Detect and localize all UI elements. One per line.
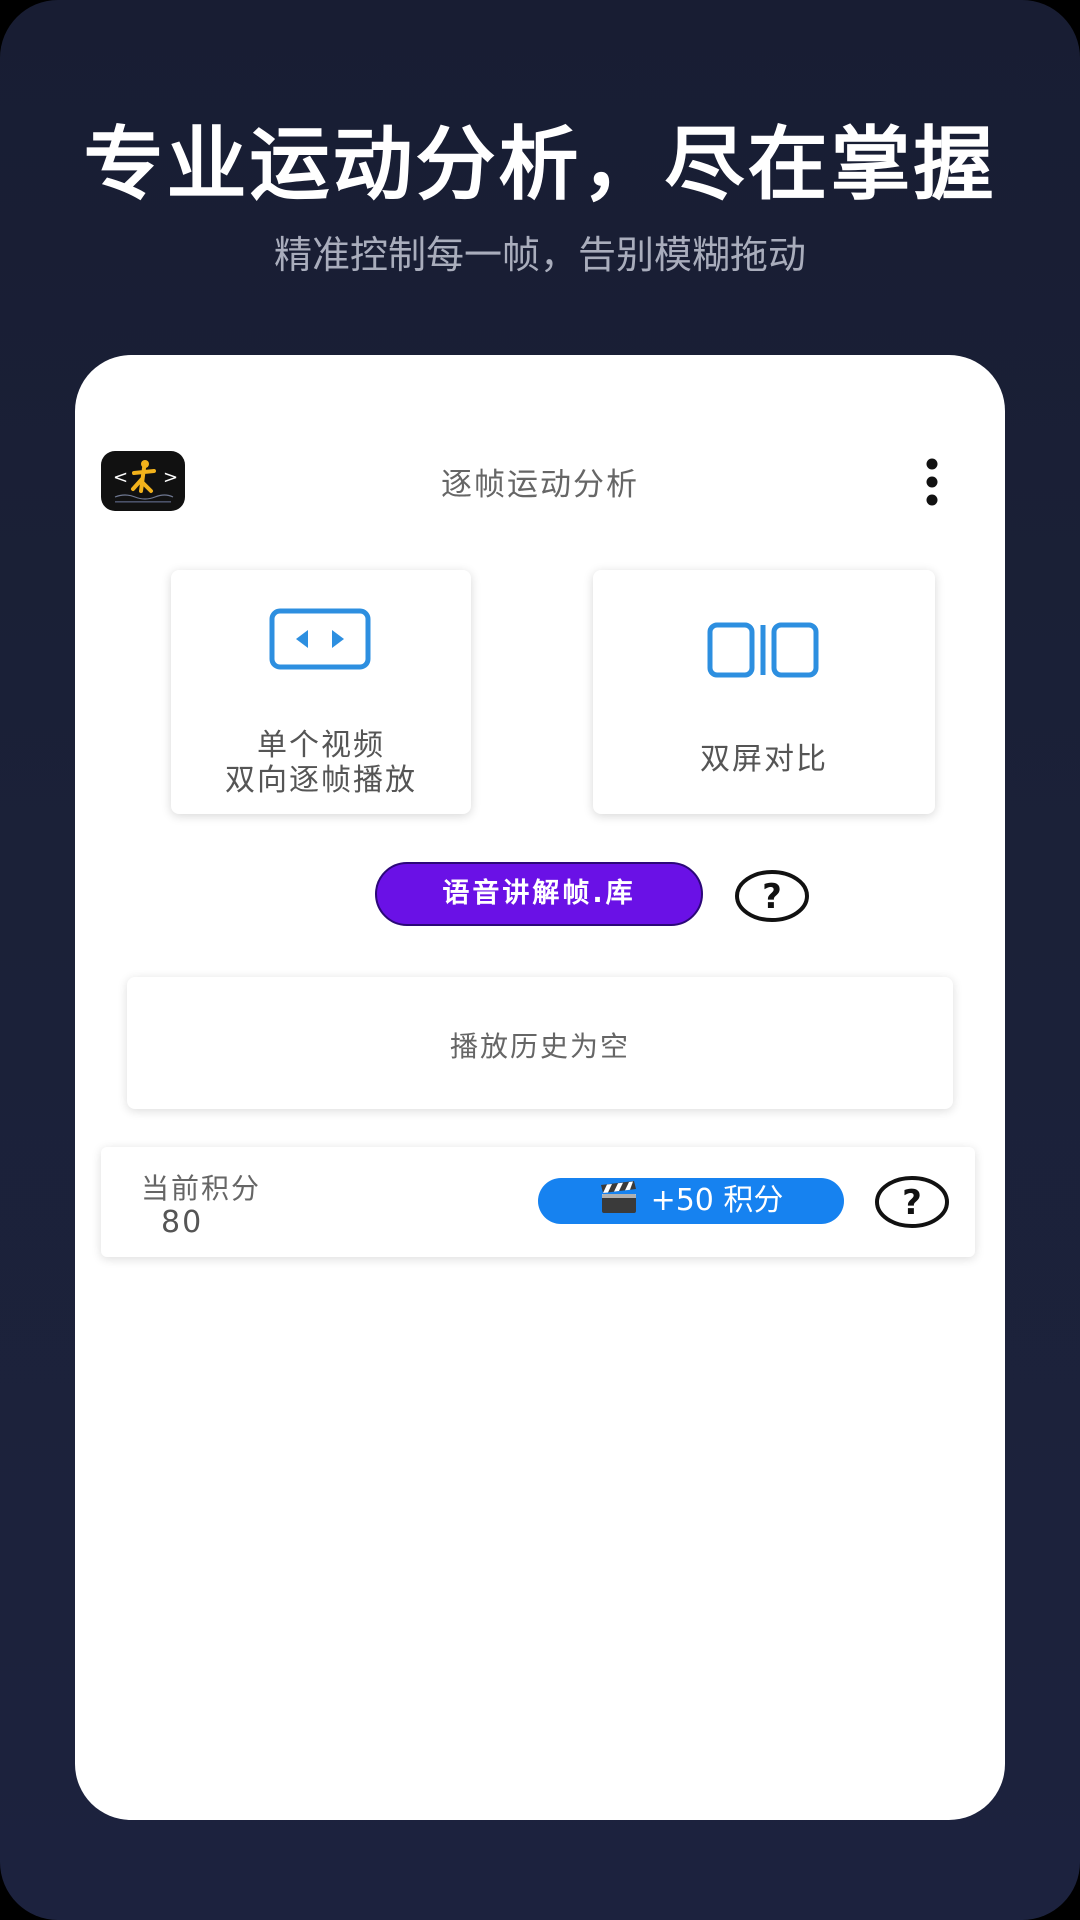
voice-library-button[interactable]: 语音讲解帧.库 [375,862,703,926]
points-label: 当前积分 [141,1172,262,1205]
promo-frame: 专业运动分析，尽在掌握 精准控制每一帧，告别模糊拖动 < > 逐帧运动分析 单个… [0,0,1080,1920]
promo-subline: 精准控制每一帧，告别模糊拖动 [273,233,806,277]
play-history-panel: 播放历史为空 [127,977,953,1109]
promo-headline: 专业运动分析，尽在掌握 [83,118,997,211]
earn-points-button[interactable]: +50 积分 [538,1178,844,1224]
dual-screen-card[interactable]: 双屏对比 [593,570,935,814]
phone-screen: < > 逐帧运动分析 单个视频 双向逐帧播放 双屏对比 语音讲解帧.库 ? 播放… [75,355,1005,1820]
dual-screen-label: 双屏对比 [700,742,828,777]
single-video-frame-icon [269,608,371,670]
single-video-label-line1: 单个视频 [257,728,385,763]
single-video-label-line2: 双向逐帧播放 [225,763,417,798]
history-empty-text: 播放历史为空 [449,1030,630,1063]
points-value: 80 [161,1205,204,1240]
help-icon[interactable]: ? [733,868,811,924]
single-video-card[interactable]: 单个视频 双向逐帧播放 [171,570,471,814]
dual-screen-icon [707,622,819,678]
earn-points-label: +50 积分 [650,1183,784,1218]
svg-text:?: ? [762,877,782,917]
svg-text:?: ? [902,1183,922,1223]
clapperboard-icon [600,1181,636,1213]
help-icon[interactable]: ? [873,1174,951,1230]
more-vert-icon[interactable] [917,457,947,507]
app-title: 逐帧运动分析 [441,467,639,503]
points-panel: 当前积分 80 +50 积分 ? [101,1147,975,1257]
single-video-label: 单个视频 双向逐帧播放 [171,728,471,798]
